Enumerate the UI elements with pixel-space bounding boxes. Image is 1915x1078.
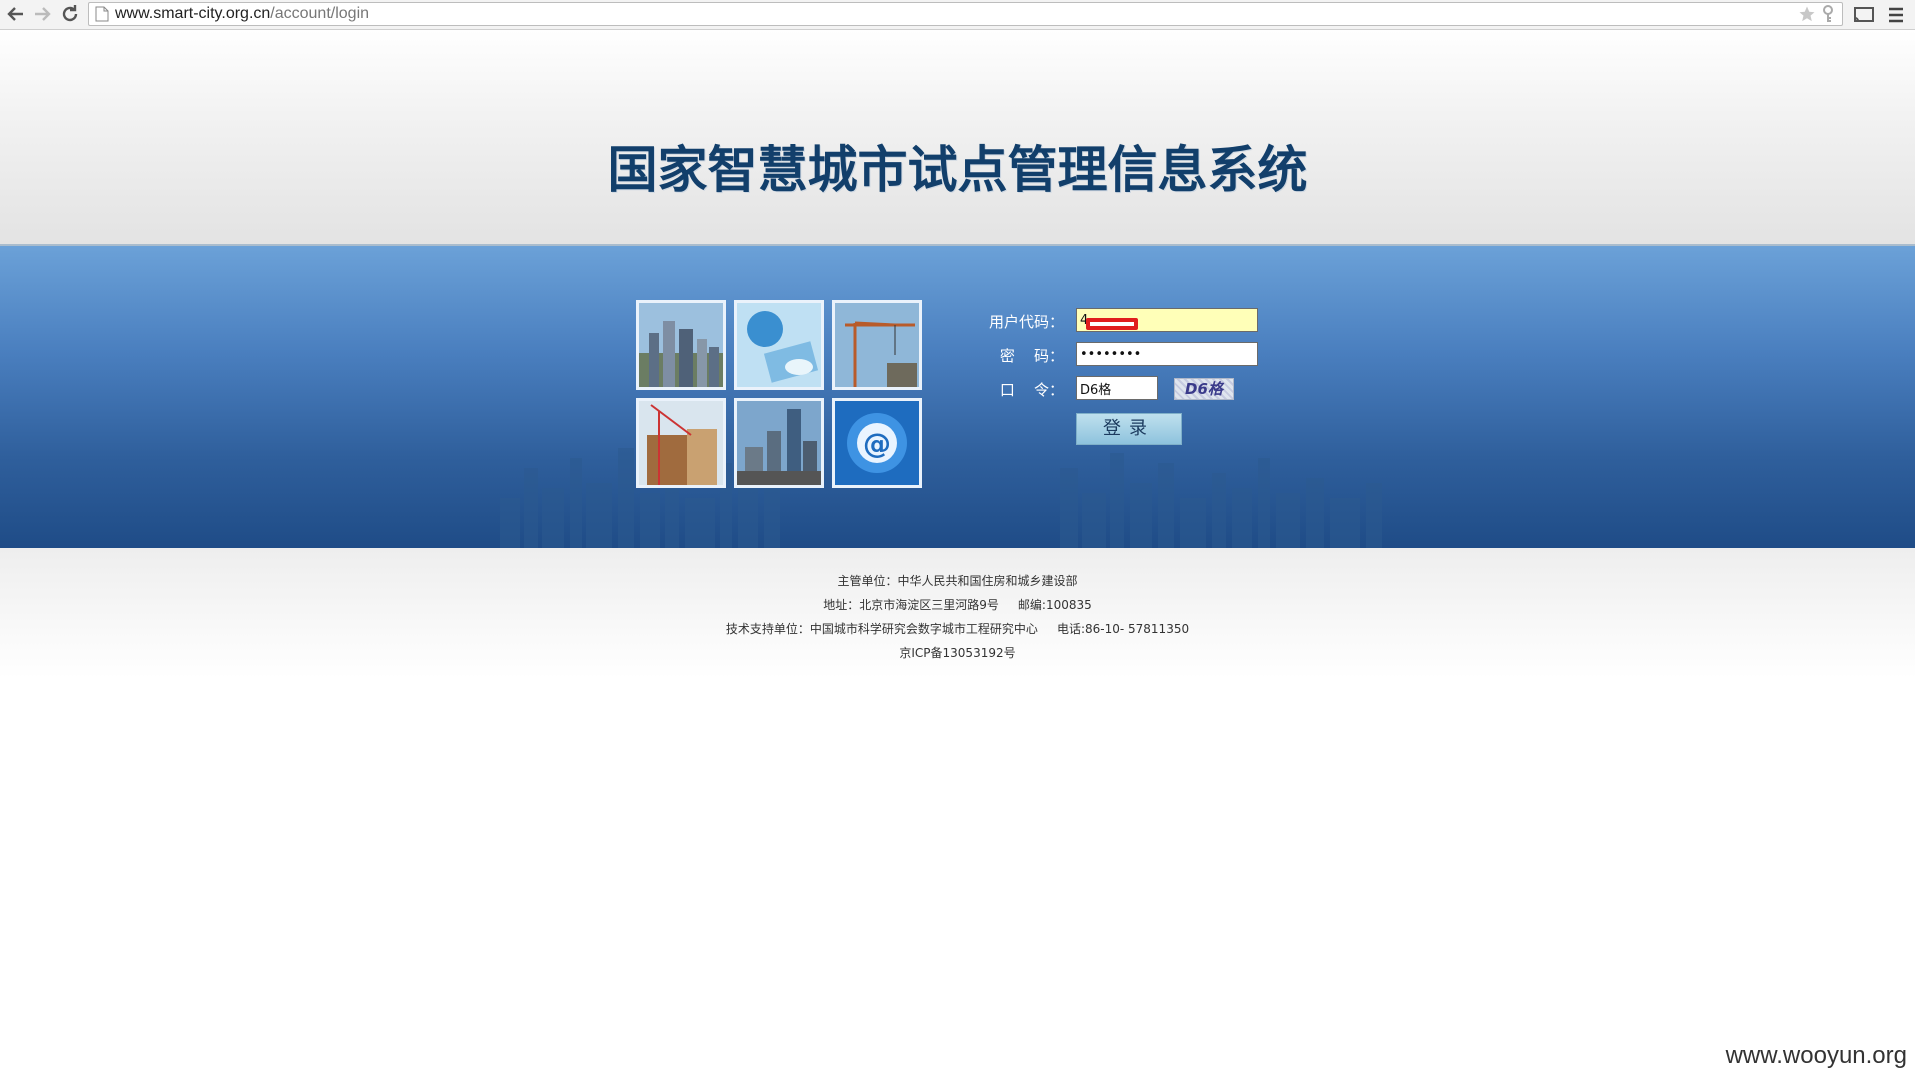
menu-icon[interactable] [1884, 3, 1908, 27]
business-tech-photo [734, 300, 824, 390]
cast-icon[interactable] [1852, 3, 1876, 27]
footer-tech-support: 技术支持单位：中国城市科学研究会数字城市工程研究中心 电话:86-10- 578… [725, 622, 1190, 636]
construction-crane-photo [832, 300, 922, 390]
login-button[interactable]: 登录 [1076, 413, 1182, 445]
footer: 主管单位：中华人民共和国住房和城乡建设部 地址：北京市海淀区三里河路9号 邮编:… [0, 548, 1915, 678]
key-icon[interactable] [1820, 5, 1836, 27]
captcha-image[interactable]: D6格 [1174, 378, 1234, 400]
verification-code-input[interactable] [1076, 376, 1158, 400]
star-bookmark-icon[interactable] [1798, 5, 1816, 27]
building-construction-photo [636, 398, 726, 488]
password-label: 密 码： [999, 347, 1064, 365]
address-bar[interactable]: www.smart-city.org.cn/account/login [88, 2, 1843, 26]
verification-code-label: 口 令： [999, 381, 1064, 399]
login-panel: @ 用户代码： 密 码： 口 令： D6格 登录 [0, 246, 1915, 548]
footer-icp: 京ICP备13053192号 [899, 646, 1016, 660]
login-form: 用户代码： 密 码： 口 令： D6格 登录 [980, 308, 1280, 508]
page-title: 国家智慧城市试点管理信息系统 [607, 141, 1308, 199]
forward-arrow-icon[interactable] [30, 2, 54, 26]
footer-address: 地址：北京市海淀区三里河路9号 邮编:100835 [823, 598, 1092, 612]
password-input[interactable] [1076, 342, 1258, 366]
svg-text:@: @ [863, 427, 891, 460]
photo-collage: @ [636, 300, 926, 490]
url-text: www.smart-city.org.cn/account/login [115, 5, 370, 22]
footer-authority: 主管单位：中华人民共和国住房和城乡建设部 [837, 574, 1078, 588]
back-arrow-icon[interactable] [4, 2, 28, 26]
internet-at-sign-photo: @ [832, 398, 922, 488]
watermark-text: www.wooyun.org [1725, 1042, 1907, 1069]
city-towers-photo [734, 398, 824, 488]
city-skyline-photo [636, 300, 726, 390]
reload-icon[interactable] [58, 2, 82, 26]
page-icon [95, 6, 109, 26]
user-code-label: 用户代码： [988, 313, 1064, 331]
browser-toolbar: www.smart-city.org.cn/account/login [0, 0, 1915, 30]
header-band: 国家智慧城市试点管理信息系统 [0, 30, 1915, 246]
redaction-mark [1086, 318, 1138, 330]
